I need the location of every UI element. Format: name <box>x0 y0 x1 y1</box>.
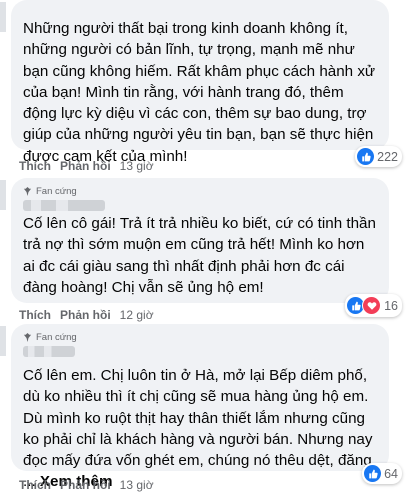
timestamp[interactable]: 13 giờ <box>120 478 154 492</box>
fan-badge: Fan cứng <box>23 332 379 343</box>
fan-badge-label: Fan cứng <box>36 332 77 343</box>
comment-actions: Thích Phản hồi 13 giờ <box>19 478 154 492</box>
love-icon <box>362 296 382 315</box>
author-name[interactable] <box>23 346 75 357</box>
comment-text: Những người thất bại trong kinh doanh kh… <box>23 20 376 165</box>
comment-bubble: Fan cứng Cố lên cô gái! Trả ít trả nhiều… <box>11 178 389 303</box>
fan-badge-icon <box>23 187 32 196</box>
reaction-count: 222 <box>377 149 398 164</box>
reaction-count: 16 <box>384 298 398 313</box>
like-button[interactable]: Thích <box>19 478 51 492</box>
avatar[interactable] <box>0 2 6 32</box>
like-icon <box>364 465 382 482</box>
comment-actions: Thích Phản hồi 13 giờ <box>19 159 154 173</box>
timestamp[interactable]: 12 giờ <box>120 308 154 322</box>
comment-actions: Thích Phản hồi 12 giờ <box>19 308 154 322</box>
comment-text: Cố lên em. Chị luôn tin ở Hà, mở lại Bếp… <box>23 365 379 493</box>
like-icon <box>357 148 375 165</box>
reaction-count: 64 <box>384 466 398 481</box>
reaction-summary[interactable]: 64 <box>362 463 402 484</box>
reply-button[interactable]: Phản hồi <box>60 159 111 173</box>
reply-button[interactable]: Phản hồi <box>60 308 111 322</box>
reaction-summary[interactable]: 16 <box>345 294 402 317</box>
reply-button[interactable]: Phản hồi <box>60 478 111 492</box>
like-button[interactable]: Thích <box>19 159 51 173</box>
like-button[interactable]: Thích <box>19 308 51 322</box>
comment-bubble: Những người thất bại trong kinh doanh kh… <box>11 0 389 165</box>
author-name[interactable] <box>23 200 105 211</box>
comment-text: Cố lên cô gái! Trả ít trả nhiều ko biết,… <box>23 215 376 296</box>
comment-bubble: Fan cứng Cố lên em. Chị luôn tin ở Hà, m… <box>11 324 389 490</box>
comment-body: Cố lên em. Chị luôn tin ở Hà, mở lại Bếp… <box>23 367 373 491</box>
fan-badge-label: Fan cứng <box>36 186 77 197</box>
fan-badge: Fan cứng <box>23 186 379 197</box>
reaction-summary[interactable]: 222 <box>355 146 402 167</box>
timestamp[interactable]: 13 giờ <box>120 159 154 173</box>
fan-badge-icon <box>23 333 32 342</box>
avatar[interactable] <box>0 326 6 356</box>
avatar[interactable] <box>0 180 6 210</box>
